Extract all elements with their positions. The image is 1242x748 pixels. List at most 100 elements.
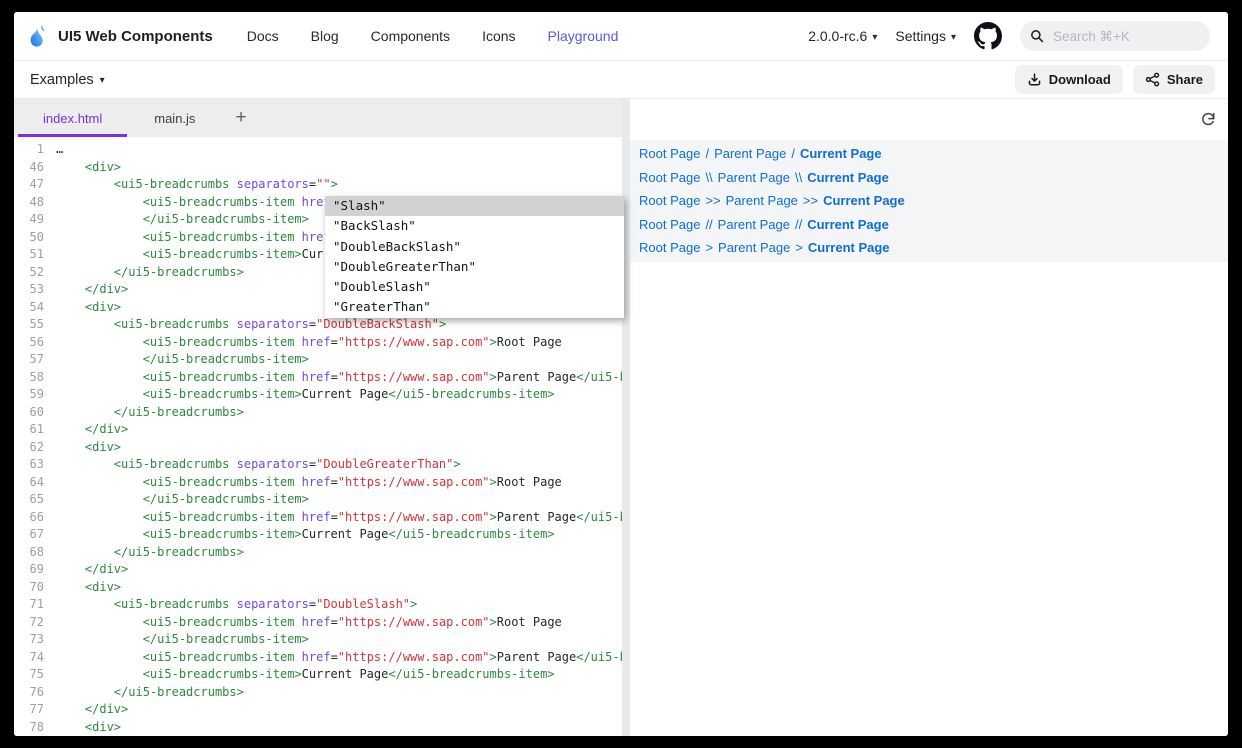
code-line[interactable]: 58 <ui5-breadcrumbs-item href="https://w… [14,369,622,387]
code-line[interactable]: 59 <ui5-breadcrumbs-item>Current Page</u… [14,386,622,404]
code-line[interactable]: 1… [14,141,622,159]
nav-link-components[interactable]: Components [371,28,450,44]
breadcrumb-link-root[interactable]: Root Page [639,193,700,208]
download-button[interactable]: Download [1015,65,1123,94]
pane-divider[interactable] [622,99,630,736]
download-label: Download [1049,72,1111,87]
code-line[interactable]: 62 <div> [14,439,622,457]
line-number: 57 [14,351,44,369]
code-line[interactable]: 72 <ui5-breadcrumbs-item href="https://w… [14,614,622,632]
code-line[interactable]: 73 </ui5-breadcrumbs-item> [14,631,622,649]
breadcrumb-separator: \\ [795,170,802,185]
autocomplete-option[interactable]: "BackSlash" [325,216,624,236]
code-line[interactable]: 55 <ui5-breadcrumbs separators="DoubleBa… [14,316,622,334]
code-line[interactable]: 57 </ui5-breadcrumbs-item> [14,351,622,369]
nav-link-playground[interactable]: Playground [548,28,619,44]
code-line[interactable]: 66 <ui5-breadcrumbs-item href="https://w… [14,509,622,527]
code-text: <div> [56,579,121,597]
code-line[interactable]: 68 </ui5-breadcrumbs> [14,544,622,562]
code-line[interactable]: 65 </ui5-breadcrumbs-item> [14,491,622,509]
code-line[interactable]: 69 </div> [14,561,622,579]
code-line[interactable]: 63 <ui5-breadcrumbs separators="DoubleGr… [14,456,622,474]
breadcrumb-link-root[interactable]: Root Page [639,217,700,232]
top-navbar: UI5 Web Components DocsBlogComponentsIco… [14,12,1228,60]
line-number: 51 [14,246,44,264]
line-number: 70 [14,579,44,597]
line-number: 74 [14,649,44,667]
code-line[interactable]: 67 <ui5-breadcrumbs-item>Current Page</u… [14,526,622,544]
breadcrumb-link-root[interactable]: Root Page [639,240,700,255]
breadcrumb-separator: // [795,217,802,232]
share-button[interactable]: Share [1133,65,1215,94]
breadcrumb-current-page: Current Page [807,170,889,185]
line-number: 65 [14,491,44,509]
breadcrumb-row: Root Page/Parent Page/Current Page [630,142,1228,166]
line-number: 66 [14,509,44,527]
autocomplete-option[interactable]: "Slash" [325,196,624,216]
nav-links: Docs Blog Components Icons Playground [247,28,619,44]
examples-toolbar: Examples ▾ Download [14,60,1228,99]
editor-tab-main.js[interactable]: main.js [128,99,221,137]
code-line[interactable]: 71 <ui5-breadcrumbs separators="DoubleSl… [14,596,622,614]
code-line[interactable]: 75 <ui5-breadcrumbs-item>Current Page</u… [14,666,622,684]
code-text: </div> [56,561,128,579]
nav-link-icons[interactable]: Icons [482,28,515,44]
line-number: 71 [14,596,44,614]
examples-dropdown[interactable]: Examples ▾ [30,72,105,88]
breadcrumb-link-parent[interactable]: Parent Page [714,146,786,161]
breadcrumb-separator: > [795,240,803,255]
breadcrumb-link-root[interactable]: Root Page [639,146,700,161]
share-icon [1145,72,1160,87]
refresh-icon[interactable] [1200,111,1217,128]
code-line[interactable]: 77 </div> [14,701,622,719]
autocomplete-option[interactable]: "DoubleGreaterThan" [325,257,624,277]
nav-link-blog[interactable]: Blog [311,28,339,44]
line-number: 47 [14,176,44,194]
code-text: </ui5-breadcrumbs> [56,684,244,702]
line-number: 53 [14,281,44,299]
settings-dropdown[interactable]: Settings ▾ [895,28,956,44]
github-icon[interactable] [974,22,1002,50]
add-tab-button[interactable]: + [221,99,260,137]
code-line[interactable]: 61 </div> [14,421,622,439]
code-text: <ui5-breadcrumbs-item href="https://www.… [56,509,622,527]
code-line[interactable]: 64 <ui5-breadcrumbs-item href="https://w… [14,474,622,492]
autocomplete-option[interactable]: "GreaterThan" [325,297,624,317]
breadcrumb-link-parent[interactable]: Parent Page [718,217,790,232]
autocomplete-option[interactable]: "DoubleSlash" [325,277,624,297]
breadcrumb-link-parent[interactable]: Parent Page [718,170,790,185]
code-line[interactable]: 70 <div> [14,579,622,597]
code-line[interactable]: 78 <div> [14,719,622,737]
code-editor-pane: index.htmlmain.js+ 1…46 <div>47 <ui5-bre… [14,99,622,736]
line-number: 50 [14,229,44,247]
breadcrumb-separator: / [705,146,709,161]
breadcrumb-current-page: Current Page [800,146,882,161]
line-number: 75 [14,666,44,684]
code-text: <ui5-breadcrumbs separators="DoubleBackS… [56,316,446,334]
code-line[interactable]: 56 <ui5-breadcrumbs-item href="https://w… [14,334,622,352]
line-number: 1 [14,141,44,159]
editor-tab-index.html[interactable]: index.html [17,99,128,137]
code-line[interactable]: 47 <ui5-breadcrumbs separators=""> [14,176,622,194]
autocomplete-dropdown: "Slash""BackSlash""DoubleBackSlash""Doub… [325,196,624,318]
code-text: <ui5-breadcrumbs-item href="https://www.… [56,649,622,667]
code-line[interactable]: 76 </ui5-breadcrumbs> [14,684,622,702]
version-label: 2.0.0-rc.6 [808,28,867,44]
line-number: 69 [14,561,44,579]
code-text: <div> [56,159,121,177]
line-number: 77 [14,701,44,719]
chevron-down-icon: ▾ [951,32,956,43]
line-number: 64 [14,474,44,492]
autocomplete-option[interactable]: "DoubleBackSlash" [325,237,624,257]
search-input[interactable] [1051,28,1200,45]
download-icon [1027,72,1042,87]
breadcrumb-link-parent[interactable]: Parent Page [718,240,790,255]
search-box[interactable] [1020,21,1210,51]
nav-link-docs[interactable]: Docs [247,28,279,44]
version-dropdown[interactable]: 2.0.0-rc.6 ▾ [808,28,877,44]
code-line[interactable]: 60 </ui5-breadcrumbs> [14,404,622,422]
code-line[interactable]: 46 <div> [14,159,622,177]
breadcrumb-link-root[interactable]: Root Page [639,170,700,185]
breadcrumb-link-parent[interactable]: Parent Page [726,193,798,208]
code-line[interactable]: 74 <ui5-breadcrumbs-item href="https://w… [14,649,622,667]
